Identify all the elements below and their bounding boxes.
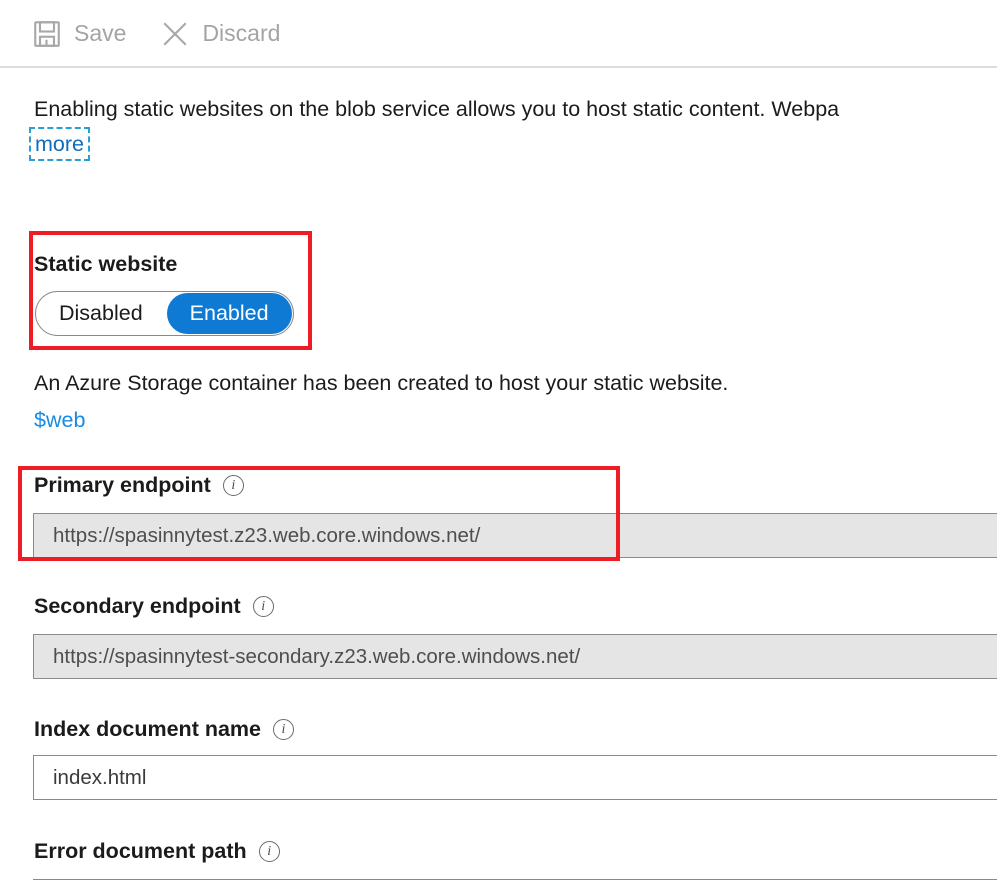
error-document-path-label: Error document path i xyxy=(34,839,280,864)
info-icon[interactable]: i xyxy=(258,841,280,862)
info-icon[interactable]: i xyxy=(222,475,244,496)
container-created-notice: An Azure Storage container has been crea… xyxy=(34,371,729,395)
web-container-link[interactable]: $web xyxy=(34,408,85,433)
static-website-label-text: Static website xyxy=(34,252,178,276)
index-document-name-label-text: Index document name xyxy=(34,717,261,741)
toggle-option-disabled[interactable]: Disabled xyxy=(36,293,166,334)
learn-more-line: more xyxy=(29,127,90,162)
save-floppy-icon xyxy=(32,19,62,49)
info-icon[interactable]: i xyxy=(273,719,294,740)
static-website-label: Static website xyxy=(34,252,177,277)
static-website-toggle[interactable]: Disabled Enabled xyxy=(35,291,294,336)
description-text: Enabling static websites on the blob ser… xyxy=(34,97,840,121)
toolbar-divider xyxy=(0,66,997,68)
save-button-label: Save xyxy=(74,20,127,46)
primary-endpoint-label-text: Primary endpoint xyxy=(34,473,211,497)
secondary-endpoint-input[interactable]: https://spasinnytest-secondary.z23.web.c… xyxy=(33,634,997,679)
close-x-icon xyxy=(160,19,190,49)
learn-more-link[interactable]: more xyxy=(29,127,90,161)
primary-endpoint-label: Primary endpoint i xyxy=(34,473,244,498)
toggle-option-enabled[interactable]: Enabled xyxy=(166,293,292,334)
secondary-endpoint-label-text: Secondary endpoint xyxy=(34,594,241,618)
error-document-path-label-text: Error document path xyxy=(34,839,247,863)
secondary-endpoint-label: Secondary endpoint i xyxy=(34,594,274,619)
info-icon[interactable]: i xyxy=(252,596,274,617)
index-document-name-label: Index document name i xyxy=(34,717,294,742)
save-button[interactable]: Save xyxy=(32,19,126,49)
static-website-settings-panel: Save Discard Enabling static websites on… xyxy=(0,0,997,880)
discard-button-label: Discard xyxy=(202,20,281,46)
discard-button[interactable]: Discard xyxy=(160,19,280,49)
command-toolbar: Save Discard xyxy=(0,0,997,67)
index-document-name-input[interactable]: index.html xyxy=(33,755,997,800)
primary-endpoint-input[interactable]: https://spasinnytest.z23.web.core.window… xyxy=(33,513,997,558)
